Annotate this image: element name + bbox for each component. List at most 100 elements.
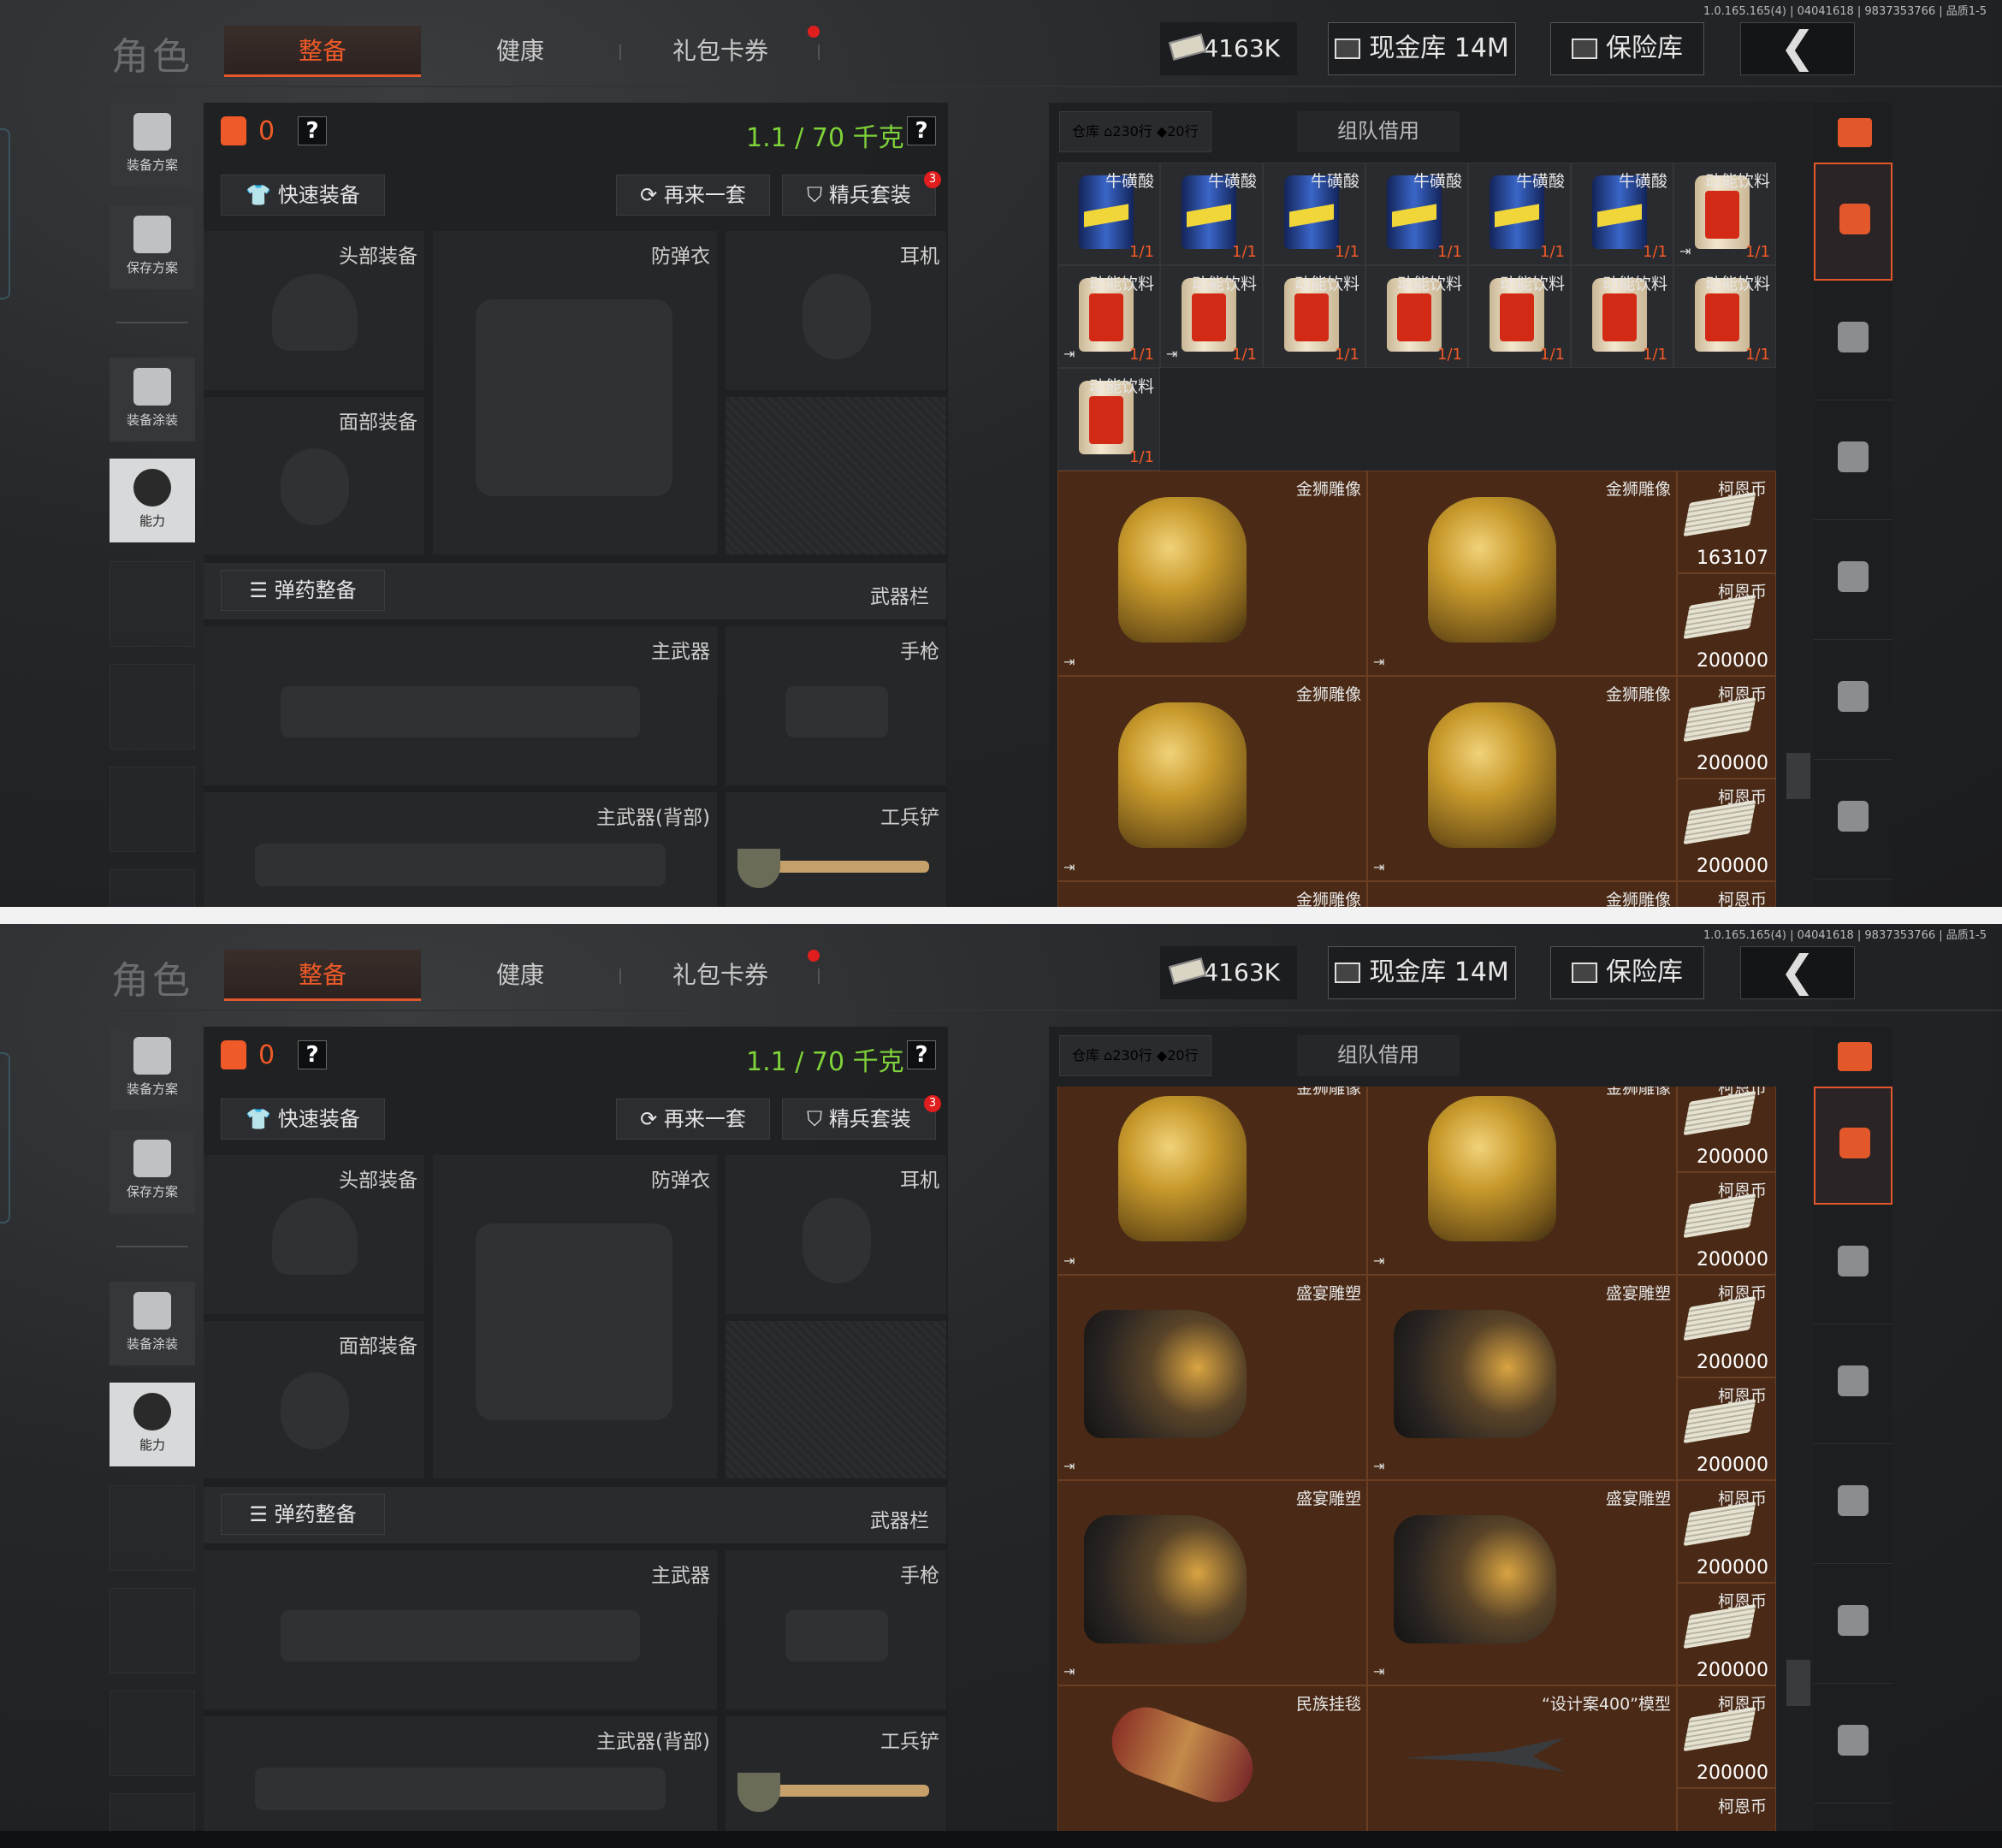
item-acid[interactable]: 牛磺酸 1/1 [1468, 163, 1571, 265]
headphone-slot[interactable]: 耳机 [726, 1155, 946, 1314]
sidebar-ability[interactable]: 能力 [110, 459, 195, 542]
elite-set-button[interactable]: ⛉ 精兵套装 [782, 175, 936, 216]
item-coin[interactable]: 柯恩币 200000 [1677, 779, 1776, 881]
item-acid[interactable]: 牛磺酸 1/1 [1365, 163, 1468, 265]
category-magazine[interactable] [1814, 1446, 1892, 1564]
category-rifle[interactable] [1814, 1326, 1892, 1444]
category-scope[interactable] [1814, 1685, 1892, 1804]
item-ethnic-tapestry[interactable]: 民族挂毯 [1057, 1685, 1367, 1831]
main-weapon-slot[interactable]: 主武器 [204, 626, 717, 785]
headphone-slot[interactable]: 耳机 [726, 231, 946, 390]
item-lion-statue[interactable]: 金狮雕像 ⇥ [1057, 1087, 1367, 1275]
sort-button[interactable] [1814, 103, 1892, 163]
item-energy[interactable]: 动能饮料 ⇥ 1/1 [1160, 265, 1263, 368]
cash-vault-button[interactable]: 现金库 14M [1328, 946, 1516, 999]
item-lion-statue[interactable]: 金狮雕像 ⇥ [1057, 676, 1367, 881]
item-coin[interactable]: 柯恩币 200000 [1677, 1583, 1776, 1685]
pistol-slot[interactable]: 手枪 [726, 1550, 946, 1709]
head-slot[interactable]: 头部装备 [204, 231, 424, 390]
category-all[interactable] [1814, 1087, 1892, 1205]
tab-loadout[interactable]: 整备 [224, 26, 421, 77]
item-acid[interactable]: 牛磺酸 1/1 [1160, 163, 1263, 265]
face-slot[interactable]: 面部装备 [204, 397, 424, 554]
item-feast-sculpture[interactable]: 盛宴雕塑 ⇥ [1367, 1480, 1677, 1685]
item-coin[interactable]: 柯恩币 200000 [1677, 676, 1776, 779]
item-energy[interactable]: 动能饮料 1/1 [1571, 265, 1673, 368]
again-button[interactable]: ⟳ 再来一套 [616, 1099, 770, 1140]
team-borrow-tab[interactable]: 组队借用 [1297, 1035, 1460, 1076]
item-lion-statue[interactable]: 金狮雕像 [1367, 881, 1677, 907]
quick-equip-button[interactable]: 👕 快速装备 [221, 175, 385, 216]
ammo-button[interactable]: ☰ 弹药整备 [221, 1494, 385, 1535]
tab-loadout[interactable]: 整备 [224, 950, 421, 1001]
item-energy[interactable]: 动能饮料 1/1 [1263, 265, 1365, 368]
sidebar-empty-slot[interactable] [110, 561, 195, 647]
shovel-slot[interactable]: 工兵铲 [726, 792, 946, 907]
item-coin[interactable]: 柯恩币 [1677, 881, 1776, 907]
armor-slot[interactable]: 防弹衣 [433, 1155, 717, 1478]
item-energy[interactable]: 动能饮料 ⇥ 1/1 [1057, 265, 1160, 368]
pistol-slot[interactable]: 手枪 [726, 626, 946, 785]
item-feast-sculpture[interactable]: 盛宴雕塑 ⇥ [1057, 1480, 1367, 1685]
item-coin[interactable]: 柯恩币 200000 [1677, 573, 1776, 676]
item-feast-sculpture[interactable]: 盛宴雕塑 ⇥ [1057, 1275, 1367, 1480]
sidebar-loadout-plan[interactable]: 装备方案 [110, 1027, 195, 1111]
item-energy[interactable]: 动能饮料 1/1 [1365, 265, 1468, 368]
safe-button[interactable]: 保险库 [1550, 946, 1704, 999]
back-button[interactable]: ❮ [1740, 946, 1855, 999]
back-weapon-slot[interactable]: 主武器(背部) [204, 792, 717, 907]
inventory-scrollbar[interactable] [1786, 753, 1810, 799]
item-design-400-model[interactable]: “设计案400”模型 [1367, 1685, 1677, 1831]
ammo-button[interactable]: ☰ 弹药整备 [221, 570, 385, 611]
category-magazine[interactable] [1814, 522, 1892, 640]
item-lion-statue[interactable]: 金狮雕像 ⇥ [1367, 676, 1677, 881]
item-lion-statue[interactable]: 金狮雕像 ⇥ [1367, 471, 1677, 676]
help-icon[interactable]: ? [298, 1040, 327, 1069]
sidebar-paint[interactable]: 装备涂装 [110, 1282, 195, 1365]
item-coin[interactable]: 柯恩币 200000 [1677, 1087, 1776, 1172]
weight-help-icon[interactable]: ? [907, 1040, 936, 1069]
item-energy[interactable]: 动能饮料 1/1 [1057, 368, 1160, 471]
sidebar-paint[interactable]: 装备涂装 [110, 358, 195, 441]
quick-equip-button[interactable]: 👕 快速装备 [221, 1099, 385, 1140]
item-energy[interactable]: 动能饮料 ⇥ 1/1 [1673, 163, 1776, 265]
shovel-slot[interactable]: 工兵铲 [726, 1716, 946, 1831]
face-slot[interactable]: 面部装备 [204, 1321, 424, 1478]
edge-handle[interactable] [0, 128, 10, 299]
help-icon[interactable]: ? [298, 116, 327, 145]
tab-health[interactable]: 健康 [496, 26, 544, 77]
item-coin[interactable]: 柯恩币 200000 [1677, 1685, 1776, 1788]
tab-gift-coupons[interactable]: 礼包卡券 [672, 26, 768, 77]
item-lion-statue[interactable]: 金狮雕像 ⇥ [1367, 1087, 1677, 1275]
category-ammo[interactable] [1814, 642, 1892, 760]
safe-button[interactable]: 保险库 [1550, 22, 1704, 75]
category-ammo[interactable] [1814, 1566, 1892, 1684]
sidebar-empty-slot[interactable] [110, 664, 195, 749]
item-coin[interactable]: 柯恩币 163107 [1677, 471, 1776, 573]
sidebar-empty-slot[interactable] [110, 1793, 195, 1831]
head-slot[interactable]: 头部装备 [204, 1155, 424, 1314]
back-button[interactable]: ❮ [1740, 22, 1855, 75]
sidebar-save-plan[interactable]: 保存方案 [110, 205, 195, 289]
item-lion-statue[interactable]: 金狮雕像 [1057, 881, 1367, 907]
sidebar-empty-slot[interactable] [110, 1588, 195, 1673]
armor-slot[interactable]: 防弹衣 [433, 231, 717, 554]
item-coin[interactable]: 柯恩币 [1677, 1788, 1776, 1831]
item-energy[interactable]: 动能饮料 1/1 [1673, 265, 1776, 368]
sidebar-loadout-plan[interactable]: 装备方案 [110, 103, 195, 187]
sidebar-empty-slot[interactable] [110, 1485, 195, 1571]
item-coin[interactable]: 柯恩币 200000 [1677, 1377, 1776, 1480]
cash-vault-button[interactable]: 现金库 14M [1328, 22, 1516, 75]
weight-help-icon[interactable]: ? [907, 116, 936, 145]
sidebar-empty-slot[interactable] [110, 1691, 195, 1776]
item-feast-sculpture[interactable]: 盛宴雕塑 ⇥ [1367, 1275, 1677, 1480]
elite-set-button[interactable]: ⛉ 精兵套装 [782, 1099, 936, 1140]
category-helmet[interactable] [1814, 1206, 1892, 1324]
sidebar-ability[interactable]: 能力 [110, 1383, 195, 1466]
tab-gift-coupons[interactable]: 礼包卡券 [672, 950, 768, 1001]
sidebar-empty-slot[interactable] [110, 767, 195, 852]
sidebar-save-plan[interactable]: 保存方案 [110, 1129, 195, 1213]
item-coin[interactable]: 柯恩币 200000 [1677, 1480, 1776, 1583]
item-acid[interactable]: 牛磺酸 1/1 [1263, 163, 1365, 265]
sort-button[interactable] [1814, 1027, 1892, 1087]
